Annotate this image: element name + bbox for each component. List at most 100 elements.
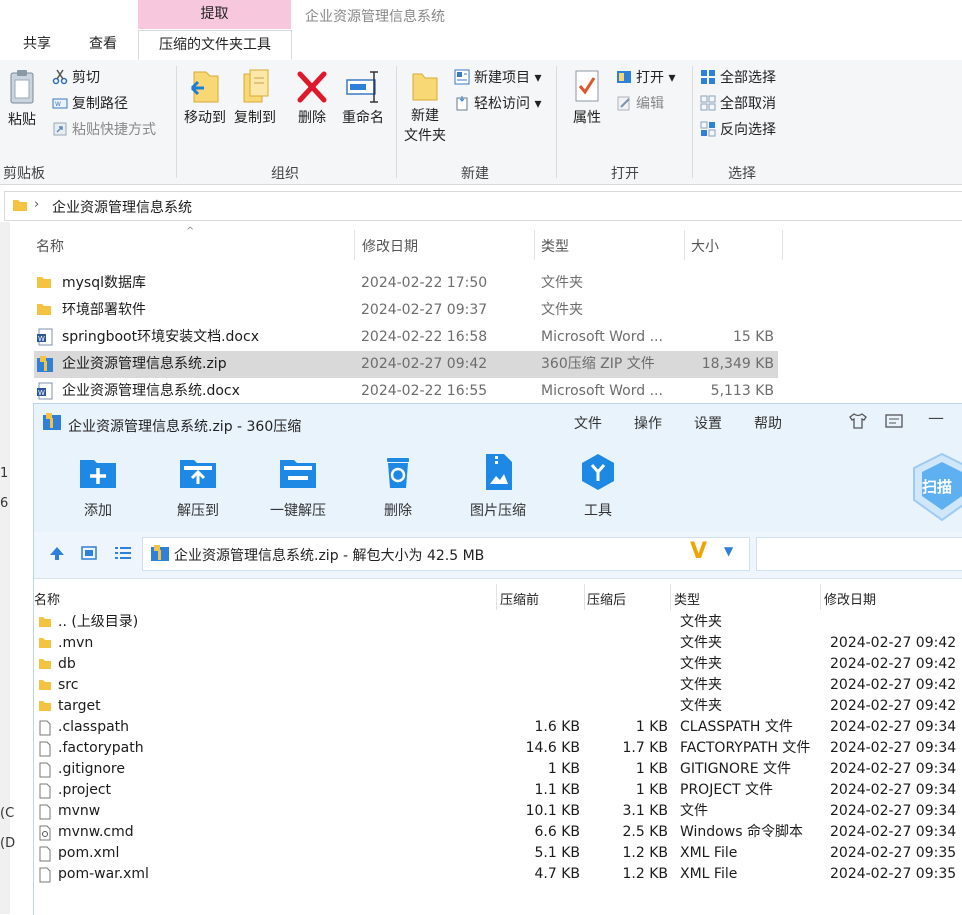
zip-entry-row[interactable]: .. (上级目录) 文件夹 xyxy=(34,612,962,633)
zip-add-button[interactable]: 添加 xyxy=(58,452,138,520)
invert-selection-button[interactable]: 反向选择 xyxy=(700,119,776,141)
file-row[interactable]: Wspringboot环境安装文档.docx 2024-02-22 16:58 Mi… xyxy=(34,324,778,351)
zip-entry-row[interactable]: src 文件夹 2024-02-27 09:42 xyxy=(34,675,962,696)
window-title: 企业资源管理信息系统 xyxy=(305,9,445,25)
zip-column-type[interactable]: 类型 xyxy=(674,589,700,608)
up-level-icon[interactable] xyxy=(48,545,66,561)
zip-entry-row[interactable]: .project 1.1 KB 1 KB PROJECT 文件 2024-02-27 0… xyxy=(34,780,962,801)
script-file-icon xyxy=(39,825,51,841)
zip-entry-row[interactable]: target 文件夹 2024-02-27 09:42 xyxy=(34,696,962,717)
copy-path-button[interactable]: W 复制路径 xyxy=(52,93,128,115)
new-folder-label-1: 新建 xyxy=(411,108,439,124)
zip-entry-row[interactable]: .mvn 文件夹 2024-02-27 09:42 xyxy=(34,633,962,654)
v-badge-icon[interactable]: V xyxy=(690,539,707,564)
delete-button[interactable]: 删除 xyxy=(292,68,332,128)
zip-menu-help[interactable]: 帮助 xyxy=(754,413,782,433)
file-icon xyxy=(39,762,51,778)
column-header-name[interactable]: 名称 xyxy=(36,236,64,256)
minimize-icon[interactable]: — xyxy=(928,408,944,427)
column-header-type[interactable]: 类型 xyxy=(541,236,569,256)
feedback-icon[interactable] xyxy=(884,413,904,429)
column-separator[interactable] xyxy=(584,584,585,610)
zip-entry-row[interactable]: pom.xml 5.1 KB 1.2 KB XML File 2024-02-27 09… xyxy=(34,843,962,864)
new-item-button[interactable]: 新建项目 ▾ xyxy=(454,67,541,89)
tab-compressed-folder-tools[interactable]: 压缩的文件夹工具 xyxy=(138,30,292,60)
zip-entry-date: 2024-02-27 09:34 xyxy=(830,803,957,819)
column-separator[interactable] xyxy=(496,584,497,610)
zip-column-before[interactable]: 压缩前 xyxy=(500,589,539,608)
group-separator xyxy=(176,66,177,178)
view-mode-icon[interactable] xyxy=(80,545,98,561)
zip-entry-date: 2024-02-27 09:34 xyxy=(830,782,957,798)
zip-entry-row[interactable]: .factorypath 14.6 KB 1.7 KB FACTORYPATH 文件 2… xyxy=(34,738,962,759)
edit-button[interactable]: 编辑 xyxy=(616,93,664,115)
scan-button[interactable]: 扫描 xyxy=(912,452,962,522)
zip-entry-row[interactable]: pom-war.xml 4.7 KB 1.2 KB XML File 2024-02-2… xyxy=(34,864,962,885)
column-header-size[interactable]: 大小 xyxy=(691,236,719,256)
zip-one-click-extract-button[interactable]: 一键解压 xyxy=(258,452,338,520)
path-dropdown-icon[interactable]: ▼ xyxy=(724,544,733,558)
zip-entry-name: pom-war.xml xyxy=(58,866,149,882)
zip-delete-label: 删除 xyxy=(384,503,412,519)
tab-view[interactable]: 查看 xyxy=(74,30,132,58)
zip-delete-button[interactable]: 删除 xyxy=(358,452,438,520)
easy-access-icon xyxy=(456,96,468,111)
zip-image-compress-label: 图片压缩 xyxy=(470,503,526,519)
column-separator[interactable] xyxy=(820,584,821,610)
column-header-date[interactable]: 修改日期 xyxy=(362,236,418,256)
group-separator xyxy=(556,66,557,178)
breadcrumb[interactable]: 企业资源管理信息系统 xyxy=(52,197,192,217)
column-separator[interactable] xyxy=(684,230,685,260)
list-view-icon[interactable] xyxy=(114,545,132,561)
paste-button[interactable]: 粘贴 xyxy=(2,68,42,130)
zip-menu-settings[interactable]: 设置 xyxy=(694,413,722,433)
zip-entry-type: 文件夹 xyxy=(680,698,722,714)
column-separator[interactable] xyxy=(354,230,355,260)
cut-button[interactable]: 剪切 xyxy=(52,67,100,89)
file-row[interactable]: W 企业资源管理信息系统.docx 2024-02-22 16:55 Microsof… xyxy=(34,378,778,405)
column-separator[interactable] xyxy=(534,230,535,260)
zip-menu-file[interactable]: 文件 xyxy=(574,413,602,433)
file-row[interactable]: mysql数据库 2024-02-22 17:50 文件夹 xyxy=(34,270,778,297)
file-icon xyxy=(39,804,51,820)
zip-column-date[interactable]: 修改日期 xyxy=(824,589,876,608)
zip-column-name[interactable]: 名称 xyxy=(34,589,60,608)
nav-pane-text: 6 xyxy=(0,496,9,511)
skin-shirt-icon[interactable] xyxy=(848,412,868,430)
select-all-button[interactable]: 全部选择 xyxy=(700,67,776,89)
open-button[interactable]: 打开 ▾ xyxy=(616,67,675,89)
new-folder-label-2: 文件夹 xyxy=(404,128,446,144)
zip-image-compress-button[interactable]: 图片压缩 xyxy=(458,452,538,520)
select-none-label: 全部取消 xyxy=(720,96,776,112)
zip-search-input[interactable] xyxy=(756,537,962,571)
zip-entry-row[interactable]: .classpath 1.6 KB 1 KB CLASSPATH 文件 2024-02-… xyxy=(34,717,962,738)
file-row[interactable]: 环境部署软件 2024-02-27 09:37 文件夹 xyxy=(34,297,778,324)
context-tab-extract[interactable]: 提取 xyxy=(138,0,291,29)
column-separator[interactable] xyxy=(782,230,783,260)
column-separator[interactable] xyxy=(670,584,671,610)
paste-shortcut-button[interactable]: 粘贴快捷方式 xyxy=(52,119,156,141)
copy-to-button[interactable]: 复制到 xyxy=(230,68,280,128)
zip-entry-row[interactable]: .gitignore 1 KB 1 KB GITIGNORE 文件 2024-02-27… xyxy=(34,759,962,780)
breadcrumb-chevron-icon[interactable]: › xyxy=(34,197,39,212)
properties-button[interactable]: 属性 xyxy=(566,68,608,128)
one-click-extract-icon xyxy=(280,460,316,488)
zip-entry-row[interactable]: mvnw 10.1 KB 3.1 KB 文件 2024-02-27 09:34 xyxy=(34,801,962,822)
move-to-button[interactable]: 移动到 xyxy=(180,68,230,128)
image-compress-icon xyxy=(486,454,512,490)
easy-access-button[interactable]: 轻松访问 ▾ xyxy=(454,93,541,115)
file-size: 5,113 KB xyxy=(710,383,774,399)
zip-entry-date: 2024-02-27 09:42 xyxy=(830,635,957,651)
zip-column-after[interactable]: 压缩后 xyxy=(587,589,626,608)
new-folder-button[interactable]: 新建 文件夹 xyxy=(400,68,450,146)
zip-tools-button[interactable]: 工具 xyxy=(558,452,638,520)
zip-menu-operate[interactable]: 操作 xyxy=(634,413,662,433)
nav-pane-text: (D xyxy=(0,836,16,851)
tab-share[interactable]: 共享 xyxy=(8,30,66,58)
zip-entry-row[interactable]: mvnw.cmd 6.6 KB 2.5 KB Windows 命令脚本 2024-02-… xyxy=(34,822,962,843)
select-none-button[interactable]: 全部取消 xyxy=(700,93,776,115)
file-row[interactable]: 企业资源管理信息系统.zip 2024-02-27 09:42 360压缩 ZIP … xyxy=(34,351,778,378)
rename-button[interactable]: 重命名 xyxy=(338,68,388,128)
zip-entry-row[interactable]: db 文件夹 2024-02-27 09:42 xyxy=(34,654,962,675)
zip-extract-to-button[interactable]: 解压到 xyxy=(158,452,238,520)
